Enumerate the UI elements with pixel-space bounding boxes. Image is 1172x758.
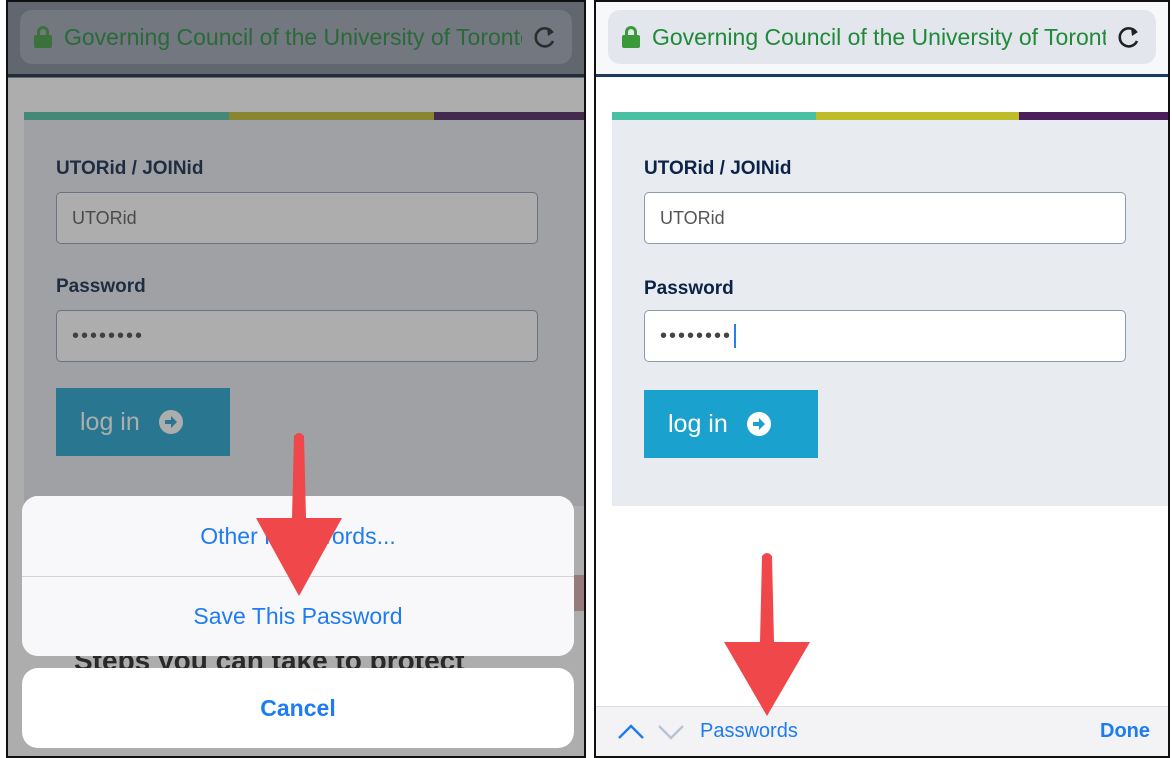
left-screenshot: Governing Council of the University of T… bbox=[6, 0, 586, 758]
login-button[interactable]: log in bbox=[644, 390, 818, 458]
web-page: UTORid / JOINid UTORid Password ••••••••… bbox=[596, 78, 1168, 756]
chevron-up-icon[interactable] bbox=[616, 717, 646, 747]
utorid-value: UTORid bbox=[660, 207, 725, 228]
url-bar-area: Governing Council of the University of T… bbox=[596, 2, 1168, 78]
password-value: •••••••• bbox=[660, 324, 733, 347]
keyboard-accessory-bar: Passwords Done bbox=[596, 706, 1168, 756]
login-button-label: log in bbox=[668, 409, 728, 438]
text-caret bbox=[734, 324, 737, 348]
chevron-down-icon[interactable] bbox=[656, 717, 686, 747]
url-text: Governing Council of the University of T… bbox=[652, 23, 1106, 50]
utorid-label: UTORid / JOINid bbox=[644, 158, 792, 179]
password-input[interactable]: •••••••• bbox=[644, 310, 1126, 362]
color-stripe bbox=[612, 112, 1168, 120]
passwords-button[interactable]: Passwords bbox=[700, 720, 798, 743]
lock-icon bbox=[622, 26, 640, 48]
arrow-right-circle-icon bbox=[746, 412, 771, 436]
right-screenshot: Governing Council of the University of T… bbox=[594, 0, 1170, 758]
reload-icon[interactable] bbox=[1116, 24, 1142, 50]
url-bar[interactable]: Governing Council of the University of T… bbox=[608, 10, 1156, 64]
login-form: UTORid / JOINid UTORid Password ••••••••… bbox=[612, 120, 1168, 506]
cancel-button[interactable]: Cancel bbox=[22, 668, 574, 748]
done-button[interactable]: Done bbox=[1100, 720, 1150, 743]
red-arrow-icon bbox=[256, 433, 342, 596]
utorid-input[interactable]: UTORid bbox=[644, 192, 1126, 244]
red-arrow-icon bbox=[724, 553, 810, 716]
password-label: Password bbox=[644, 278, 734, 299]
